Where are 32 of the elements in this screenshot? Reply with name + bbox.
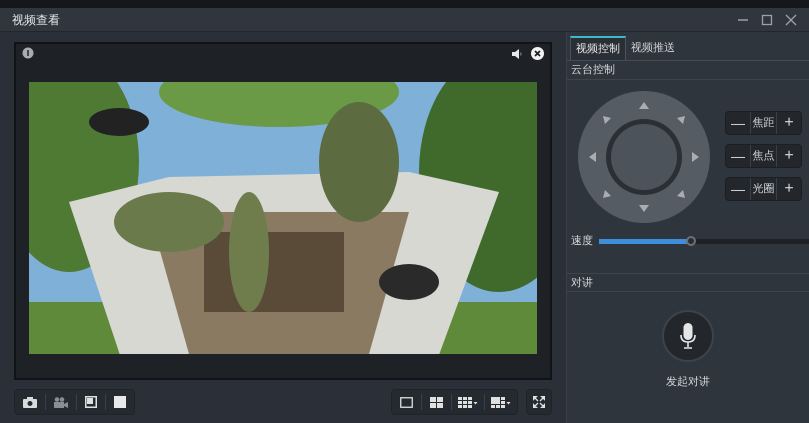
speaker-icon[interactable]	[511, 48, 523, 60]
custom-grid-dropdown-icon[interactable]	[491, 396, 511, 408]
maximize-icon[interactable]	[761, 14, 773, 26]
speed-slider[interactable]	[599, 234, 809, 248]
lens-label: 焦距	[752, 116, 776, 131]
camera-icon[interactable]	[23, 396, 37, 408]
section-header: 云台控制	[567, 61, 809, 80]
speed-label: 速度	[571, 234, 593, 249]
zoom-out-button[interactable]: —	[726, 178, 751, 200]
lens-label: 焦点	[752, 148, 776, 164]
nine-grid-dropdown-icon[interactable]	[458, 396, 478, 408]
zoom-out-button[interactable]: —	[726, 145, 751, 167]
zoom-out-button[interactable]: —	[726, 112, 751, 134]
info-icon[interactable]	[22, 47, 34, 59]
window-title: 视频查看	[12, 12, 60, 28]
zoom-in-button[interactable]: +	[776, 178, 801, 200]
single-view-icon[interactable]	[400, 396, 413, 408]
microphone-icon	[680, 323, 696, 349]
start-intercom-label: 发起对讲	[666, 375, 710, 390]
lens-label: 光圈	[752, 182, 776, 197]
video-camera-icon[interactable]	[54, 396, 68, 408]
four-grid-icon[interactable]	[430, 396, 443, 408]
fullscreen-button[interactable]	[526, 389, 552, 415]
close-icon[interactable]	[531, 47, 544, 60]
tab[interactable]: 视频推送	[626, 36, 680, 60]
microphone-button[interactable]	[662, 310, 714, 362]
zoom-in-button[interactable]: +	[776, 145, 801, 167]
zoom-in-button[interactable]: +	[776, 112, 801, 134]
tab[interactable]: 视频控制	[570, 36, 626, 60]
picture-in-picture-icon[interactable]	[85, 396, 97, 408]
section-header: 对讲	[567, 273, 809, 292]
expand-icon	[533, 396, 545, 408]
